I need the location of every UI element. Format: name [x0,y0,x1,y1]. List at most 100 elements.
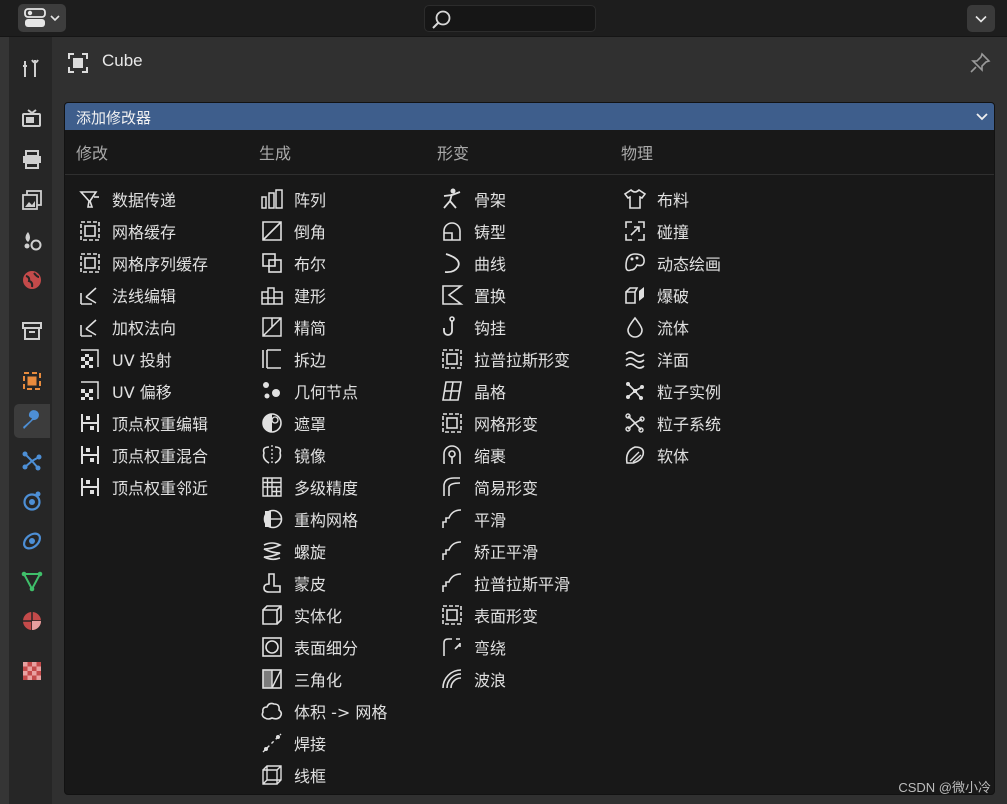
menu-item-build[interactable]: 建形 [260,279,387,311]
menu-item-label: 精简 [294,319,327,338]
menu-item-decimate[interactable]: 精简 [260,311,387,343]
menu-item-label: 软体 [657,447,690,466]
menu-item-dynamic-paint[interactable]: 动态绘画 [623,247,721,279]
menu-item-mesh-cache[interactable]: 网格缓存 [78,215,208,247]
menu-item-label: 钩挂 [474,319,507,338]
menu-item-mirror[interactable]: 镜像 [260,439,387,471]
menu-item-array[interactable]: 阵列 [260,183,387,215]
tab-render[interactable] [14,101,50,135]
menu-item-curve[interactable]: 曲线 [440,247,570,279]
tab-physics[interactable] [14,484,50,518]
menu-item-data-transfer[interactable]: 数据传递 [78,183,208,215]
menu-item-mesh-sequence-cache[interactable]: 网格序列缓存 [78,247,208,279]
menu-item-laplacian-deform[interactable]: 拉普拉斯形变 [440,343,570,375]
menu-item-fluid[interactable]: 流体 [623,311,721,343]
menu-item-soft-body[interactable]: 软体 [623,439,721,471]
menu-item-armature[interactable]: 骨架 [440,183,570,215]
tab-object[interactable] [14,364,50,398]
menu-item-laplacian-smooth[interactable]: 拉普拉斯平滑 [440,567,570,599]
menu-item-simple-deform[interactable]: 简易形变 [440,471,570,503]
menu-item-mask[interactable]: 遮罩 [260,407,387,439]
menu-item-label: 线框 [294,767,327,786]
tab-modifier[interactable] [14,404,50,438]
menu-item-volume-to-mesh[interactable]: 体积 -> 网格 [260,695,387,727]
soft-body-icon [625,446,645,464]
menu-item-displace[interactable]: 置换 [440,279,570,311]
menu-item-multires[interactable]: 多级精度 [260,471,387,503]
add-modifier-button[interactable]: 添加修改器 [65,103,994,130]
column-deform: 骨架 铸型 曲线 置换 钩挂 拉普拉斯形变 晶格 网格形变 缩裹 简易形变 平滑… [440,183,570,695]
menu-item-corrective-smooth[interactable]: 矫正平滑 [440,535,570,567]
texture-icon [23,662,41,680]
cloth-icon [623,188,647,209]
menu-item-surface-deform[interactable]: 表面形变 [440,599,570,631]
menu-item-weighted-normal[interactable]: 加权法向 [78,311,208,343]
menu-item-label: UV 投射 [112,351,172,370]
menu-item-mesh-deform[interactable]: 网格形变 [440,407,570,439]
chevron-down-icon [50,15,60,22]
menu-item-subdivision-surface[interactable]: 表面细分 [260,631,387,663]
menu-item-warp[interactable]: 弯绕 [440,631,570,663]
editor-type-button[interactable] [18,4,66,32]
menu-item-normal-edit[interactable]: 法线编辑 [78,279,208,311]
menu-item-lattice[interactable]: 晶格 [440,375,570,407]
explode-icon [625,287,644,304]
menu-item-vertex-weight-proximity[interactable]: 顶点权重邻近 [78,471,208,503]
menu-item-edge-split[interactable]: 拆边 [260,343,387,375]
menu-item-remesh[interactable]: 重构网格 [260,503,387,535]
menu-item-wave[interactable]: 波浪 [440,663,570,695]
search-input[interactable] [424,5,596,32]
menu-item-smooth[interactable]: 平滑 [440,503,570,535]
menu-item-shrinkwrap[interactable]: 缩裹 [440,439,570,471]
menu-item-label: 流体 [657,319,690,338]
tool-icon [23,59,39,77]
tab-scene[interactable] [14,223,50,257]
tab-particles[interactable] [14,444,50,478]
tab-collection[interactable] [14,314,50,348]
menu-item-particle-system[interactable]: 粒子系统 [623,407,721,439]
menu-item-weld[interactable]: 焊接 [260,727,387,759]
menu-item-explode[interactable]: 爆破 [623,279,721,311]
menu-item-hook[interactable]: 钩挂 [440,311,570,343]
object-name[interactable]: Cube [102,51,143,71]
pin-icon[interactable] [968,51,992,75]
menu-item-label: 粒子系统 [657,415,722,434]
menu-item-solidify[interactable]: 实体化 [260,599,387,631]
options-dropdown-button[interactable] [967,5,995,32]
shrinkwrap-icon [443,445,461,464]
menu-item-boolean[interactable]: 布尔 [260,247,387,279]
menu-item-label: 多级精度 [294,479,359,498]
menu-item-screw[interactable]: 螺旋 [260,535,387,567]
column-heading-generate: 生成 [259,144,292,163]
menu-item-ocean[interactable]: 洋面 [623,343,721,375]
tab-view-layer[interactable] [14,183,50,217]
tab-world[interactable] [14,263,50,297]
menu-item-cast[interactable]: 铸型 [440,215,570,247]
menu-item-bevel[interactable]: 倒角 [260,215,387,247]
menu-item-cloth[interactable]: 布料 [623,183,721,215]
menu-item-triangulate[interactable]: 三角化 [260,663,387,695]
menu-item-vertex-weight-edit[interactable]: 顶点权重编辑 [78,407,208,439]
menu-item-label: 平滑 [474,511,507,530]
tab-object-data[interactable] [14,564,50,598]
menu-item-vertex-weight-mix[interactable]: 顶点权重混合 [78,439,208,471]
menu-item-label: 缩裹 [474,447,507,466]
tab-output[interactable] [14,142,50,176]
menu-item-collision[interactable]: 碰撞 [623,215,721,247]
menu-item-wireframe[interactable]: 线框 [260,759,387,791]
menu-item-particle-instance[interactable]: 粒子实例 [623,375,721,407]
menu-item-label: 三角化 [294,671,343,690]
menu-divider [65,174,994,175]
cast-icon [443,222,461,241]
menu-item-uv-warp[interactable]: UV 偏移 [78,375,208,407]
menu-item-label: 网格形变 [474,415,539,434]
menu-item-geometry-nodes[interactable]: 几何节点 [260,375,387,407]
tab-material[interactable] [14,604,50,638]
tab-constraints[interactable] [14,524,50,558]
laplacian-deform-icon [442,349,462,369]
menu-item-uv-project[interactable]: UV 投射 [78,343,208,375]
menu-item-label: 铸型 [474,223,507,242]
tab-texture[interactable] [14,654,50,688]
tab-tool[interactable] [14,52,50,86]
menu-item-skin[interactable]: 蒙皮 [260,567,387,599]
